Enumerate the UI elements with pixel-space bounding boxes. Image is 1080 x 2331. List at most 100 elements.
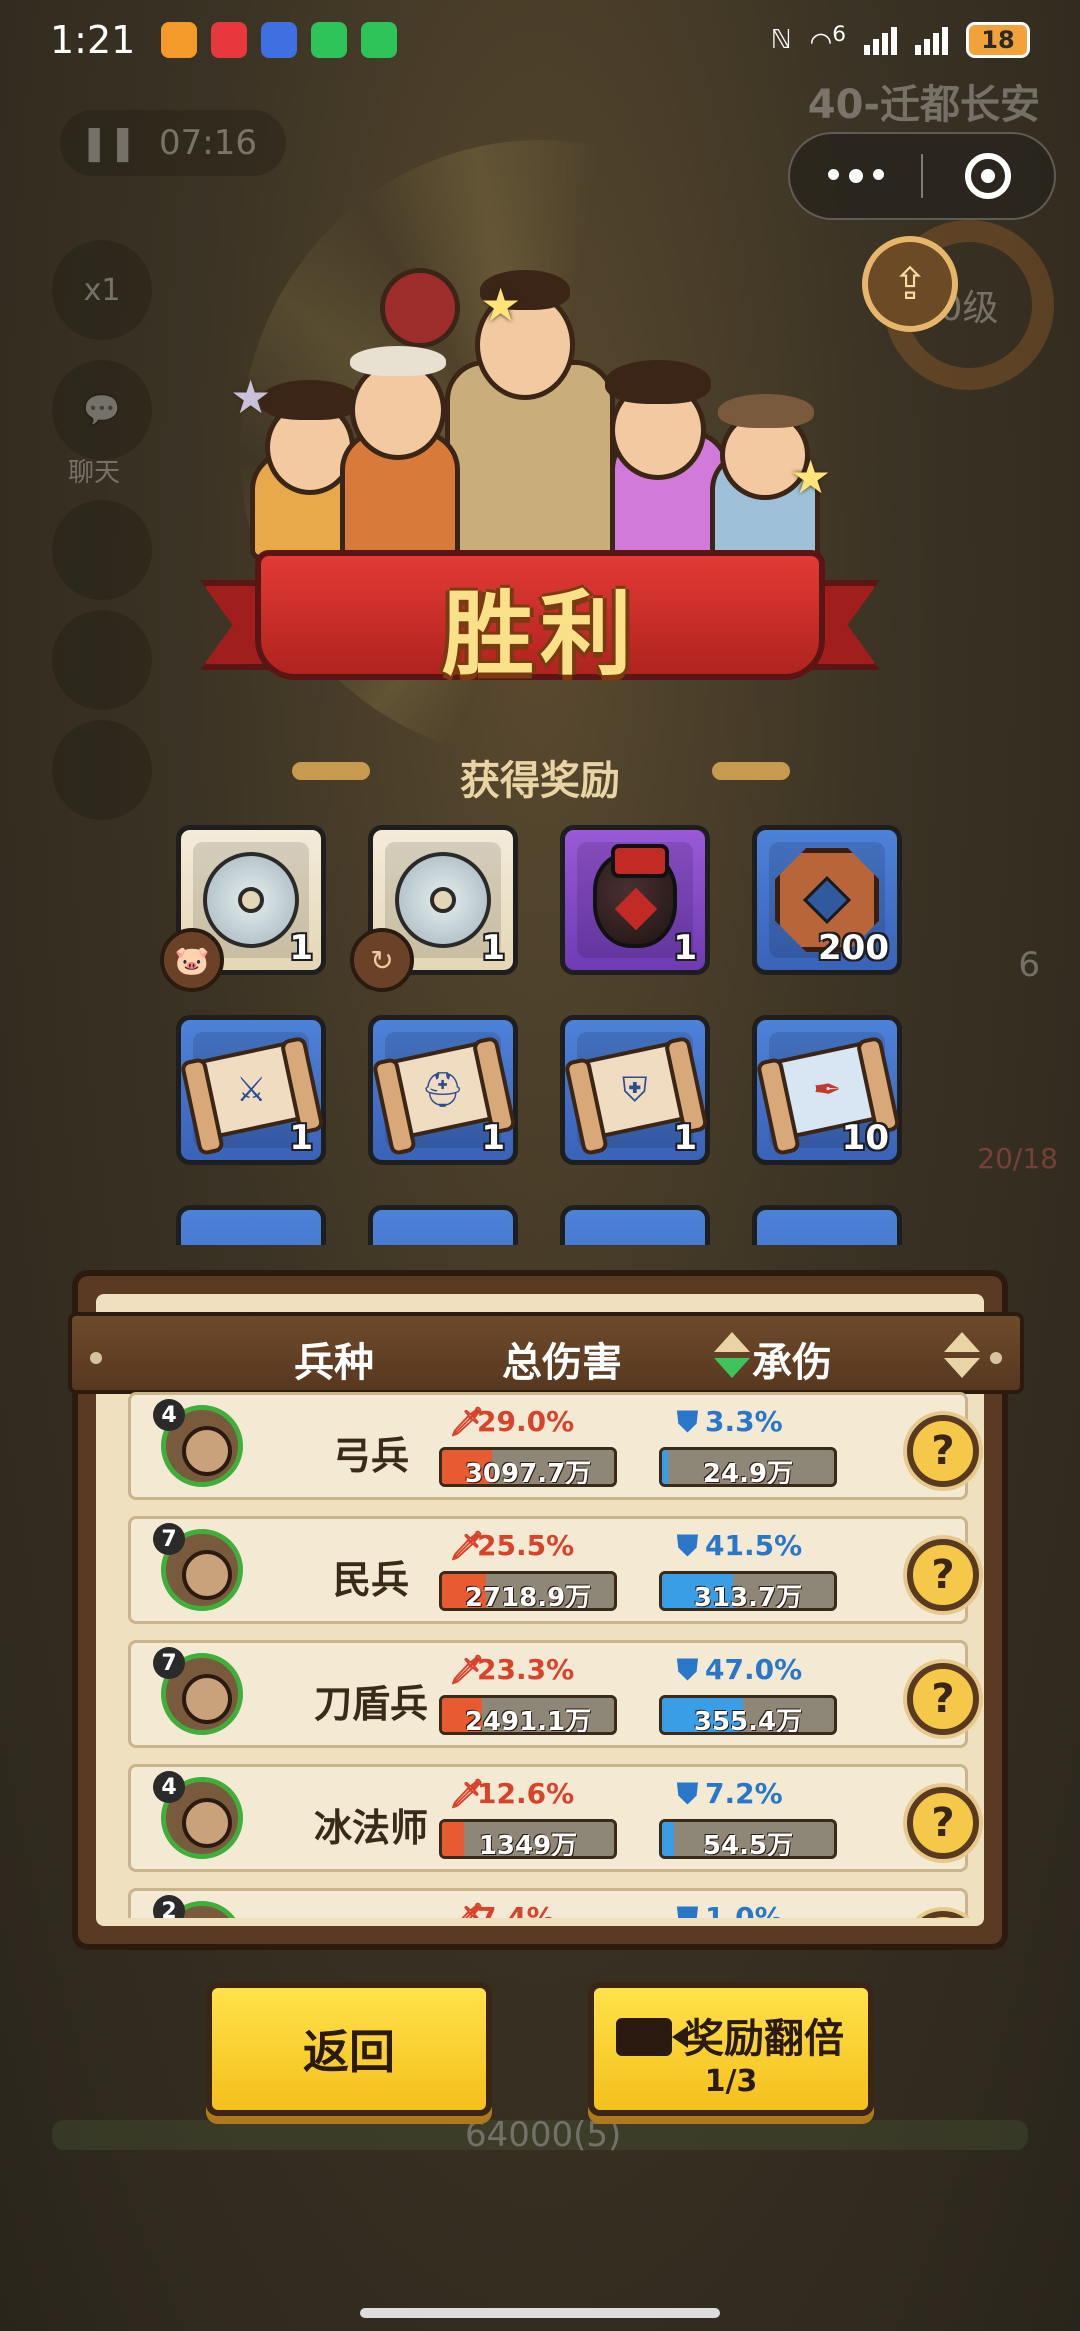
unit-name: 民兵 [332, 1558, 409, 1602]
share-icon: ⇪ [891, 258, 929, 310]
reward-item[interactable]: ✒ 10 [752, 1015, 902, 1165]
piggy-badge-icon: 🐷 [160, 928, 224, 992]
chat-icon: 💬 [52, 360, 152, 460]
rewards-title: 获得奖励 [460, 758, 620, 804]
side-counter: 6 [1018, 945, 1040, 985]
video-camera-icon [616, 2018, 688, 2056]
unit-help-button[interactable]: ? [907, 1911, 979, 1918]
status-bar: 1:21 ℕ ◠6 18 [0, 0, 1080, 80]
more-menu-button[interactable] [790, 169, 921, 183]
disc-icon [203, 852, 299, 948]
shield-icon: ⛊ [677, 1529, 699, 1562]
victory-banner: 胜利 [200, 540, 880, 690]
damage-bar: 3097.7万 [439, 1447, 617, 1487]
shield-icon: ⛊ [677, 1405, 699, 1438]
damage-taken-bar: 355.4万 [659, 1695, 837, 1735]
double-reward-label: 奖励翻倍 [684, 2016, 844, 2062]
reward-item[interactable] [368, 1205, 518, 1245]
notification-icons [161, 22, 398, 58]
unit-level-badge: 7 [153, 1647, 185, 1679]
hero-avatar [52, 500, 152, 600]
celebration-illustration: ★ ★ ★ [230, 250, 832, 570]
wifi-icon: ◠6 [809, 22, 846, 58]
double-reward-button[interactable]: 奖励翻倍 1/3 [588, 1982, 874, 2116]
unit-row: 7 民兵 🗡25.5% 2718.9万 ⛊ 41.5% 313.7万 ? [128, 1516, 979, 1624]
sort-damage-icon[interactable] [712, 1332, 752, 1382]
shield-icon: ⛊ [677, 1777, 699, 1810]
unit-row: 2 🗡7.4% ⛊1.0% ? [128, 1888, 979, 1918]
reward-item[interactable] [176, 1205, 326, 1245]
unit-row: 4 冰法师 🗡12.6% 1349万 ⛊ 7.2% 54.5万 ? [128, 1764, 979, 1872]
sword-icon: 🗡 [449, 1405, 485, 1438]
disc-icon [395, 852, 491, 948]
unit-level-badge: 7 [153, 1523, 185, 1555]
speed-button: x1 [52, 240, 152, 340]
signal-icon [864, 25, 897, 55]
victory-title: 胜利 [441, 580, 638, 688]
reward-item[interactable]: ⚔ 1 [176, 1015, 326, 1165]
damage-bar: 2718.9万 [439, 1571, 617, 1611]
nfc-icon: ℕ [770, 25, 792, 55]
unit-row: 7 刀盾兵 🗡23.3% 2491.1万 ⛊ 47.0% 355.4万 ? [128, 1640, 979, 1748]
share-button[interactable]: ⇪ [862, 236, 958, 332]
signal-icon [915, 25, 948, 55]
reward-item[interactable]: ⛑ 1 [368, 1015, 518, 1165]
unit-help-button[interactable]: ? [907, 1415, 979, 1487]
level-title: 40-迁都长安 [807, 82, 1040, 128]
reward-item[interactable]: 1 [560, 825, 710, 975]
stats-list[interactable]: 4 弓兵 🗡29.0% 3097.7万 ⛊ 3.3% 24.9万 ? 7 民兵 🗡… [72, 1392, 992, 1918]
unit-level-badge: 4 [153, 1399, 185, 1431]
pause-icon: ❚❚ [80, 123, 137, 163]
shield-icon: ⛊ [677, 1901, 699, 1918]
shield-icon: ⛊ [677, 1653, 699, 1686]
unit-help-button[interactable]: ? [907, 1663, 979, 1735]
reward-item[interactable]: 200 [752, 825, 902, 975]
miniprogram-capsule [788, 132, 1056, 220]
wechat-notification-icon [361, 22, 398, 58]
battery-icon: 18 [966, 22, 1030, 58]
app-notification-icon [261, 22, 298, 58]
sword-icon: 🗡 [449, 1777, 485, 1810]
chat-label: 聊天 [68, 458, 121, 488]
header-unit-type: 兵种 [294, 1340, 374, 1386]
header-total-damage[interactable]: 总伤害 [502, 1330, 622, 1388]
unit-name: 刀盾兵 [313, 1682, 428, 1726]
wine-jar-icon [593, 844, 677, 948]
star-icon: ★ [480, 278, 522, 332]
unit-name: 冰法师 [313, 1806, 428, 1850]
double-reward-count: 1/3 [704, 2064, 758, 2099]
huawei-notification-icon [211, 22, 248, 58]
sword-icon: 🗡 [449, 1901, 485, 1918]
sword-icon: 🗡 [449, 1529, 485, 1562]
unit-name: 弓兵 [332, 1434, 409, 1478]
damage-taken-bar: 313.7万 [659, 1571, 837, 1611]
sort-taken-icon[interactable] [942, 1332, 982, 1382]
background-bottom-text: 64000(5) [465, 2115, 622, 2155]
clock: 1:21 [50, 18, 136, 62]
refresh-badge-icon: ↻ [350, 928, 414, 992]
sword-icon: 🗡 [449, 1653, 485, 1686]
unit-level-badge: 2 [153, 1895, 185, 1918]
damage-bar: 1349万 [439, 1819, 617, 1859]
unit-help-button[interactable]: ? [907, 1539, 979, 1611]
close-miniprogram-button[interactable] [923, 153, 1054, 199]
wechat-notification-icon [311, 22, 348, 58]
star-icon: ★ [230, 370, 272, 424]
unit-row: 4 弓兵 🗡29.0% 3097.7万 ⛊ 3.3% 24.9万 ? [128, 1392, 979, 1500]
wine-jar-prop [380, 268, 460, 348]
back-button[interactable]: 返回 [206, 1982, 492, 2116]
reward-item[interactable]: ⛨ 1 [560, 1015, 710, 1165]
home-indicator[interactable] [360, 2308, 720, 2318]
star-icon: ★ [790, 450, 832, 504]
unit-level-badge: 4 [153, 1771, 185, 1803]
header-damage-taken[interactable]: 承伤 [752, 1330, 832, 1388]
app-notification-icon [161, 22, 198, 58]
damage-taken-bar: 54.5万 [659, 1819, 837, 1859]
reward-item[interactable] [560, 1205, 710, 1245]
reward-item[interactable] [752, 1205, 902, 1245]
hero-avatar [52, 610, 152, 710]
damage-bar: 2491.1万 [439, 1695, 617, 1735]
battle-timer: ❚❚ 07:16 [60, 110, 286, 176]
unit-help-button[interactable]: ? [907, 1787, 979, 1859]
troop-count: 20/18 [977, 1142, 1058, 1175]
